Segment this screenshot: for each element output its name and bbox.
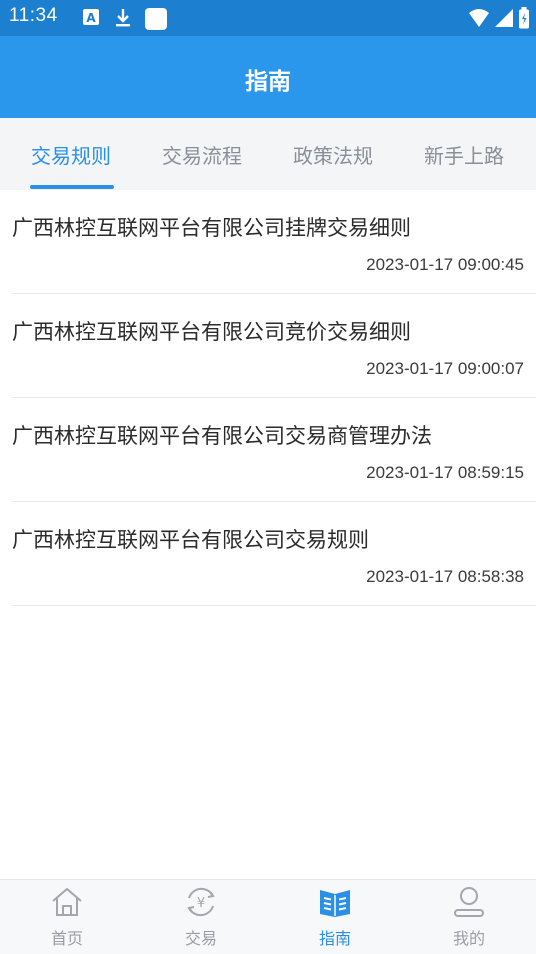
svg-text:A: A xyxy=(86,11,96,25)
list-item-title: 广西林控互联网平台有限公司交易规则 xyxy=(12,528,369,552)
active-tab-indicator xyxy=(30,185,114,189)
bottom-nav: 首页 ¥ 交易 指南 我的 xyxy=(0,879,536,954)
list-item[interactable]: 广西林控互联网平台有限公司竞价交易细则 2023-01-17 09:00:07 xyxy=(12,294,536,398)
nav-home-label: 首页 xyxy=(50,929,83,948)
wifi-icon xyxy=(469,9,489,27)
guide-book-icon xyxy=(320,890,350,917)
tab-beginner-guide[interactable]: 新手上路 xyxy=(409,140,519,169)
yuan-exchange-icon: ¥ xyxy=(187,887,215,917)
nav-home[interactable]: 首页 xyxy=(0,880,134,954)
status-time: 11:34 xyxy=(9,5,58,26)
list-item[interactable]: 广西林控互联网平台有限公司挂牌交易细则 2023-01-17 09:00:45 xyxy=(12,190,536,294)
list-item-time: 2023-01-17 09:00:45 xyxy=(366,255,524,274)
list-item-title: 广西林控互联网平台有限公司交易商管理办法 xyxy=(12,424,432,448)
svg-text:¥: ¥ xyxy=(197,896,205,911)
list-item-title: 广西林控互联网平台有限公司竞价交易细则 xyxy=(12,320,411,344)
nav-guide-label: 指南 xyxy=(318,929,351,948)
square-icon xyxy=(145,8,167,30)
status-right-icons xyxy=(468,7,530,29)
status-bar: 11:34 A xyxy=(0,0,536,36)
signal-icon xyxy=(495,9,513,27)
nav-trade-label: 交易 xyxy=(184,929,217,948)
download-icon xyxy=(116,9,130,27)
list-item-time: 2023-01-17 08:58:38 xyxy=(366,567,524,586)
tab-policies[interactable]: 政策法规 xyxy=(278,140,388,169)
tab-bar: 交易规则 交易流程 政策法规 新手上路 xyxy=(0,118,536,190)
list-item-time: 2023-01-17 09:00:07 xyxy=(366,359,524,378)
app-header: 指南 xyxy=(0,36,536,118)
list-item[interactable]: 广西林控互联网平台有限公司交易商管理办法 2023-01-17 08:59:15 xyxy=(12,398,536,502)
page-title: 指南 xyxy=(245,69,291,95)
user-icon xyxy=(454,887,484,917)
tab-trading-rules[interactable]: 交易规则 xyxy=(16,140,126,169)
nav-mine-label: 我的 xyxy=(452,929,485,948)
guide-list: 广西林控互联网平台有限公司挂牌交易细则 2023-01-17 09:00:45 … xyxy=(0,190,536,606)
home-icon xyxy=(52,888,82,916)
battery-icon xyxy=(519,7,529,29)
tab-trading-process[interactable]: 交易流程 xyxy=(147,140,257,169)
list-item-title: 广西林控互联网平台有限公司挂牌交易细则 xyxy=(12,216,411,240)
a-icon: A xyxy=(83,9,99,25)
nav-mine[interactable]: 我的 xyxy=(402,880,536,954)
nav-guide[interactable]: 指南 xyxy=(268,880,402,954)
list-item-time: 2023-01-17 08:59:15 xyxy=(366,463,524,482)
list-item[interactable]: 广西林控互联网平台有限公司交易规则 2023-01-17 08:58:38 xyxy=(12,502,536,606)
nav-trade[interactable]: ¥ 交易 xyxy=(134,880,268,954)
